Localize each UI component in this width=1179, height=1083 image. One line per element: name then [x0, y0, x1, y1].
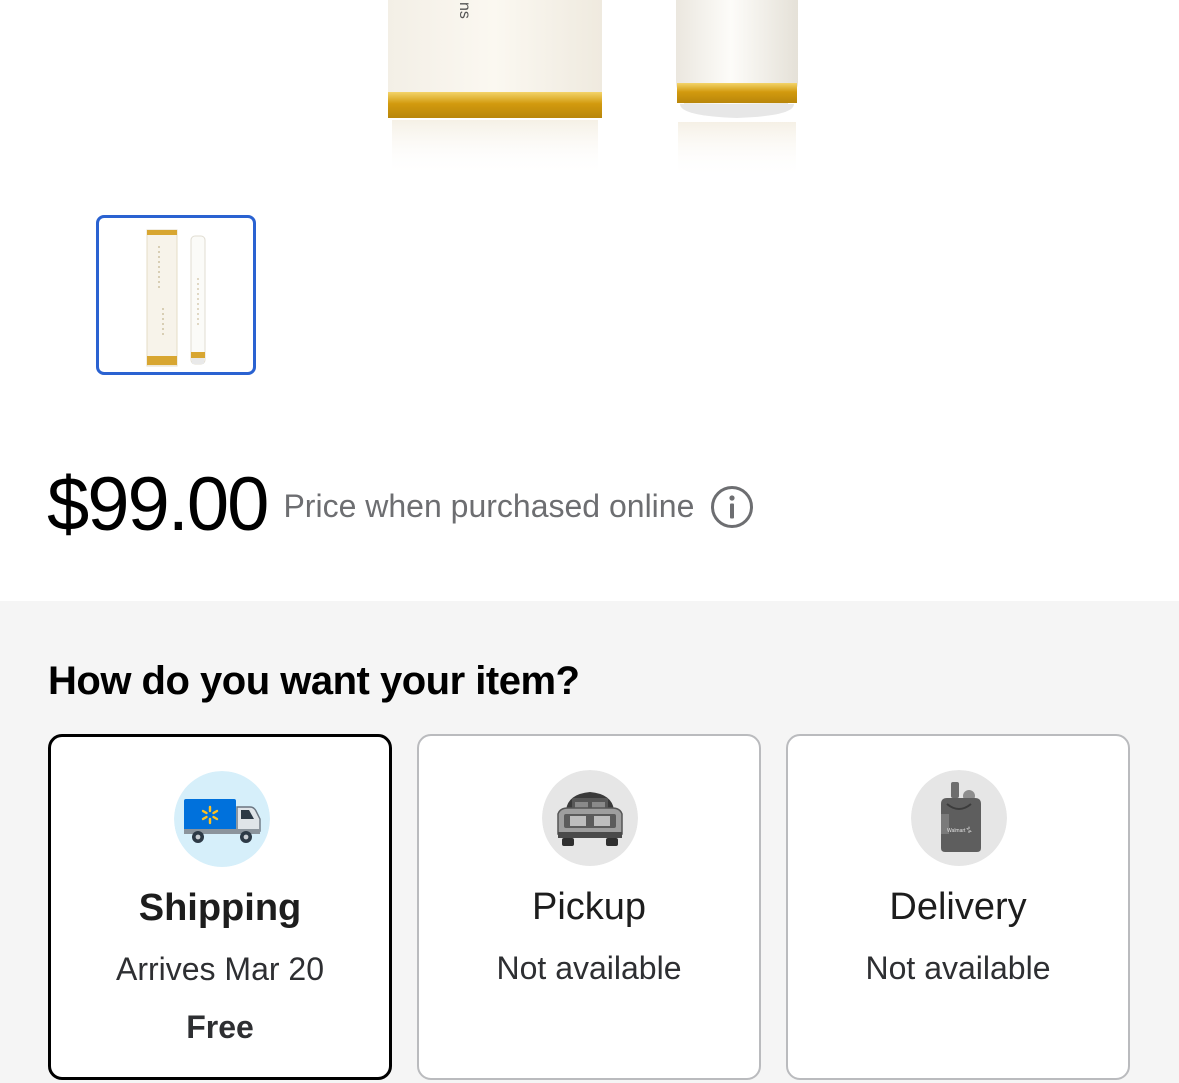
product-thumbnail[interactable] — [96, 215, 256, 375]
delivery-status: Not available — [865, 950, 1051, 986]
delivery-label: Delivery — [889, 886, 1027, 928]
delivery-bag-icon: Walmart — [911, 770, 1007, 866]
fulfillment-option-pickup[interactable]: Pickup Not available — [417, 734, 761, 1080]
product-price: $99.00 — [47, 462, 269, 547]
fulfillment-section: How do you want your item? Shipping Arri… — [0, 601, 1179, 1083]
shipping-cost: Free — [186, 1009, 254, 1045]
svg-text:Walmart: Walmart — [947, 828, 966, 834]
fulfillment-option-shipping[interactable]: Shipping Arrives Mar 20 Free — [48, 734, 392, 1080]
price-note: Price when purchased online — [283, 488, 695, 524]
pickup-label: Pickup — [531, 886, 647, 928]
pickup-status: Not available — [496, 950, 682, 986]
fulfillment-title: How do you want your item? — [48, 659, 580, 703]
box-side-text: ns — [456, 2, 473, 19]
shipping-arrival: Arrives Mar 20 — [115, 951, 325, 987]
pickup-car-icon — [542, 770, 638, 866]
fulfillment-option-delivery[interactable]: Walmart Delivery Not available — [786, 734, 1130, 1080]
shipping-label: Shipping — [138, 887, 302, 929]
info-icon[interactable] — [710, 485, 754, 529]
shipping-truck-icon — [174, 771, 270, 867]
product-main-image[interactable]: ns — [0, 0, 1179, 200]
price-row: $99.00 Price when purchased online — [47, 462, 754, 547]
